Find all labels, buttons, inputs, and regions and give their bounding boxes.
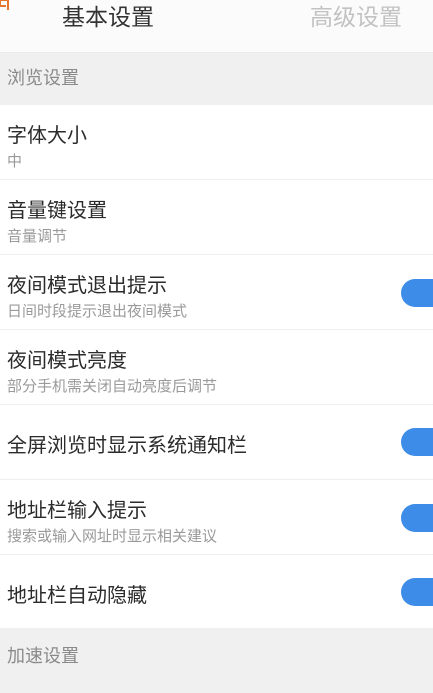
setting-title: 夜间模式退出提示 — [7, 273, 167, 297]
setting-title: 地址栏自动隐藏 — [7, 583, 147, 607]
setting-subtitle: 音量调节 — [7, 227, 68, 245]
fullscreen-notification-toggle[interactable] — [401, 428, 433, 456]
setting-address-bar-autohide[interactable]: 地址栏自动隐藏 — [0, 555, 433, 628]
tab-basic-settings[interactable]: 基本设置 — [62, 0, 154, 38]
section-header-browse: 浏览设置 — [0, 53, 433, 105]
settings-tab-bar: 基本设置 高级设置 — [0, 0, 433, 53]
night-mode-exit-toggle[interactable] — [401, 279, 433, 307]
setting-title: 地址栏输入提示 — [7, 498, 147, 522]
setting-subtitle: 中 — [7, 152, 23, 170]
section-header-speed: 加速设置 — [0, 628, 433, 693]
settings-page: 基本设置 高级设置 浏览设置 字体大小 中 音量键设置 音量调节 夜间模式退出提… — [0, 0, 433, 693]
setting-title: 音量键设置 — [7, 198, 107, 222]
setting-subtitle: 搜索或输入网址时显示相关建议 — [7, 527, 218, 545]
setting-subtitle: 日间时段提示退出夜间模式 — [7, 302, 188, 320]
tab-advanced-settings[interactable]: 高级设置 — [310, 0, 402, 38]
setting-subtitle: 部分手机需关闭自动亮度后调节 — [7, 377, 218, 395]
address-bar-hint-toggle[interactable] — [401, 504, 433, 532]
setting-fullscreen-notification[interactable]: 全屏浏览时显示系统通知栏 — [0, 405, 433, 480]
setting-title: 夜间模式亮度 — [7, 348, 127, 372]
setting-night-mode-exit[interactable]: 夜间模式退出提示 日间时段提示退出夜间模式 — [0, 255, 433, 330]
address-bar-autohide-toggle[interactable] — [401, 578, 433, 606]
setting-address-bar-hint[interactable]: 地址栏输入提示 搜索或输入网址时显示相关建议 — [0, 480, 433, 555]
setting-title: 字体大小 — [7, 123, 87, 147]
setting-title: 全屏浏览时显示系统通知栏 — [7, 433, 247, 457]
setting-volume-key[interactable]: 音量键设置 音量调节 — [0, 180, 433, 255]
setting-font-size[interactable]: 字体大小 中 — [0, 105, 433, 180]
back-arrow-icon[interactable] — [0, 0, 14, 14]
setting-night-mode-brightness[interactable]: 夜间模式亮度 部分手机需关闭自动亮度后调节 — [0, 330, 433, 405]
